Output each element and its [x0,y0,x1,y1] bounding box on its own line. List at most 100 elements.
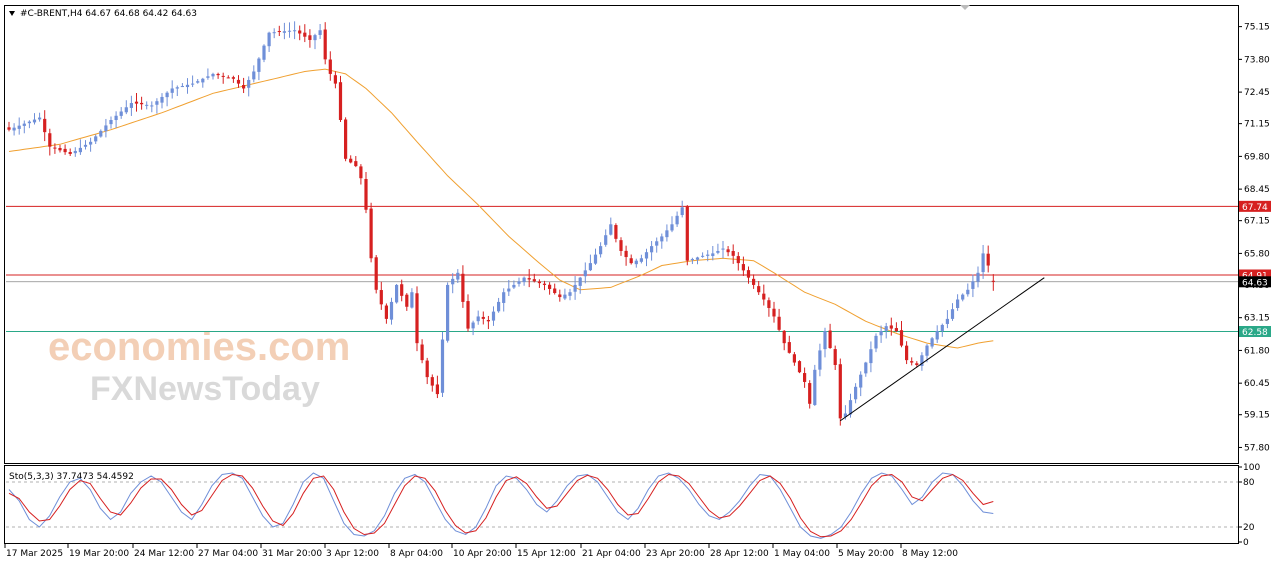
x-tick-label: 21 Apr 04:00 [582,549,641,559]
y-tick-label: 57.80 [1244,443,1270,453]
candle-body [170,88,174,93]
candle-body [991,280,995,282]
candle-body [395,284,399,303]
candle-body [639,258,643,262]
candle-body [940,324,944,331]
candle-body [379,290,383,305]
candle-body [109,120,113,125]
candle-body [859,374,863,388]
candle-body [588,263,592,271]
candle-body [359,166,363,179]
x-tick-label: 28 Apr 12:00 [710,549,769,559]
x-tick-label: 3 Apr 12:00 [326,549,379,559]
candle-body [298,30,302,34]
y-tick-label: 59.15 [1244,411,1270,421]
candle-body [935,331,939,340]
candle-body [593,254,598,264]
candle-body [272,32,276,34]
candle-body [930,338,934,347]
candle-body [155,101,159,105]
candle-body [854,386,858,400]
candle-body [267,32,271,47]
candle-body [629,258,633,264]
candle-body [690,259,694,261]
candle [262,44,266,63]
candle-body [216,73,220,76]
y-tick-label: 61.80 [1244,346,1270,356]
candle-body [736,256,740,264]
candle-body [961,294,965,300]
candle-body [451,278,455,285]
candle-body [711,253,715,257]
candle-body [604,235,608,245]
x-tick-label: 19 Mar 20:00 [69,549,129,559]
candle-body [369,208,373,259]
candle-body [838,364,842,419]
stoch-y-tick-label: 80 [1243,478,1255,488]
candle-body [981,253,985,273]
candle-body [808,383,812,404]
candle-body [716,250,720,253]
candle-body [150,105,154,107]
candle-body [293,30,297,32]
candle-body [211,73,215,77]
candle-body [175,87,179,89]
candle-body [486,319,490,322]
candle-body [58,147,62,151]
candle-body [389,301,394,320]
candle-body [440,339,445,393]
candle-body [976,272,980,282]
candle-body [680,207,684,215]
candle-body [43,118,47,133]
stoch-y-tick-label: 20 [1243,523,1255,533]
candle-body [114,115,118,121]
candle-body [22,123,26,126]
candle-body [818,350,822,370]
candle-body [206,76,210,78]
candle-body [160,96,164,103]
candle-body [196,81,200,83]
candle-body [813,369,817,405]
candle-body [405,294,409,307]
candle-body [966,289,970,295]
candle-body [481,316,485,319]
candle-body [27,121,31,124]
candle-body [349,158,353,163]
candle-body [252,71,256,80]
candle-body [99,130,103,137]
candle-body [583,270,587,277]
candle-body [231,77,235,79]
candle-body [78,147,82,153]
x-tick-label: 31 Mar 20:00 [262,549,322,559]
candle-body [614,225,618,239]
candle [369,202,373,263]
candle-body [323,29,327,60]
candle-body [894,328,898,332]
candle-body [650,246,654,253]
candle [440,331,445,398]
candle-body [68,152,72,154]
candle-body [925,345,929,356]
candle-body [660,236,664,242]
candle-body [507,288,511,292]
candle-body [655,241,659,246]
candle-body [833,349,837,365]
candle-body [308,35,312,40]
level-tag-label: 62.58 [1242,328,1268,338]
candle-body [777,316,781,330]
candle [415,286,419,352]
candle-body [303,32,307,37]
candle-body [803,373,807,382]
candle-body [333,75,337,84]
candle-body [884,326,888,331]
candle-body [634,260,638,265]
candle-body [828,330,832,348]
candle-body [38,117,42,120]
candle-body [185,84,190,88]
candle-body [670,224,674,231]
y-tick-label: 67.15 [1244,217,1270,227]
candle-body [741,264,745,271]
candle-body [675,215,679,225]
candle-body [910,361,914,363]
candle-body [986,253,990,266]
